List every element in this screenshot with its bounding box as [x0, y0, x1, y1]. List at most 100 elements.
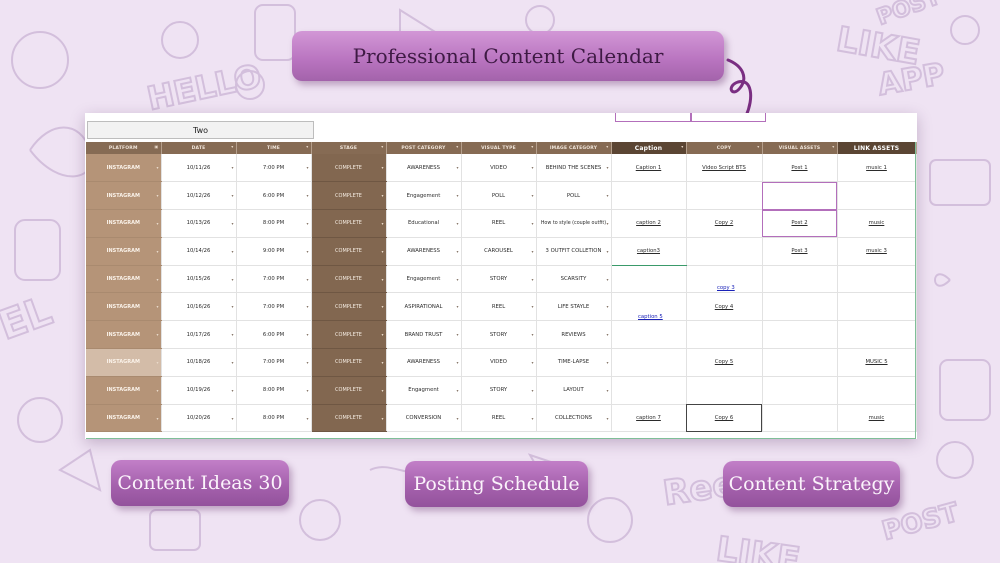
dropdown-icon[interactable]: ▾ [156, 388, 158, 393]
date-cell[interactable]: 10/20/26 ▾ [161, 404, 237, 433]
visual-type-cell[interactable]: REEL ▾ [461, 404, 537, 433]
content-strategy-button[interactable]: Content Strategy [723, 461, 900, 507]
column-header-image-category[interactable]: IMAGE CATEGORY ▾ [536, 142, 612, 154]
dropdown-icon[interactable]: ▾ [606, 221, 608, 226]
image-category-cell[interactable]: REVIEWS ▾ [536, 320, 612, 350]
dropdown-icon[interactable]: ▾ [381, 304, 383, 309]
dropdown-icon[interactable]: ▾ [306, 277, 308, 282]
dropdown-icon[interactable]: ▾ [156, 416, 158, 421]
visual-asset-link[interactable] [762, 404, 838, 433]
caption-link[interactable]: caption 5 [638, 314, 663, 320]
dropdown-icon[interactable]: ▾ [832, 144, 834, 149]
visual-type-cell[interactable]: STORY ▾ [461, 376, 537, 405]
caption-link[interactable] [611, 348, 687, 377]
caption-link[interactable]: caption 2 [611, 209, 687, 238]
dropdown-icon[interactable]: ▾ [306, 193, 308, 198]
copy-link[interactable]: Copy 4 [686, 292, 763, 322]
post-category-cell[interactable]: Engagement ▾ [386, 181, 462, 211]
column-header-time[interactable]: TIME ▾ [236, 142, 312, 154]
time-cell[interactable]: 7:00 PM ▾ [236, 154, 312, 183]
selector-cell[interactable]: Two [87, 121, 314, 139]
dropdown-icon[interactable]: ▾ [156, 249, 158, 254]
copy-link[interactable] [686, 376, 763, 405]
time-cell[interactable]: 7:00 PM ▾ [236, 348, 312, 377]
dropdown-icon[interactable]: ▾ [606, 193, 608, 198]
stage-cell[interactable]: COMPLETE ▾ [311, 181, 387, 211]
copy-link[interactable]: Video Script BTS [686, 154, 763, 183]
dropdown-icon[interactable]: ▾ [606, 360, 608, 365]
stage-cell[interactable]: COMPLETE ▾ [311, 292, 387, 322]
dropdown-icon[interactable]: ▾ [606, 416, 608, 421]
platform-cell[interactable]: INSTAGRAM ▾ [86, 237, 162, 266]
copy-link[interactable]: copy 3 [717, 285, 735, 291]
post-category-cell[interactable]: Engagement ▾ [386, 265, 462, 294]
visual-asset-link[interactable] [762, 181, 838, 211]
dropdown-icon[interactable]: ▾ [231, 249, 233, 254]
link-asset-link[interactable]: MUSIC 5 [837, 348, 917, 377]
column-header-caption[interactable]: Caption ▾ [611, 142, 687, 154]
dropdown-icon[interactable]: ▾ [306, 221, 308, 226]
copy-link[interactable]: Copy 2 [686, 209, 763, 238]
dropdown-icon[interactable]: ▾ [606, 277, 608, 282]
dropdown-icon[interactable]: ▾ [306, 388, 308, 393]
caption-link[interactable]: Caption 1 [611, 154, 687, 183]
visual-asset-link[interactable] [762, 320, 838, 350]
visual-type-cell[interactable]: REEL ▾ [461, 209, 537, 238]
dropdown-icon[interactable]: ▾ [381, 360, 383, 365]
copy-link[interactable]: Copy 6 [686, 404, 763, 433]
dropdown-icon[interactable]: ▾ [531, 332, 533, 337]
post-category-cell[interactable]: BRAND TRUST ▾ [386, 320, 462, 350]
dropdown-icon[interactable]: ▾ [156, 304, 158, 309]
dropdown-icon[interactable]: ▾ [531, 193, 533, 198]
dropdown-icon[interactable]: ▾ [231, 221, 233, 226]
dropdown-icon[interactable]: ▾ [381, 416, 383, 421]
visual-asset-link[interactable]: Post 1 [762, 154, 838, 183]
dropdown-icon[interactable]: ▾ [381, 388, 383, 393]
link-asset-link[interactable] [837, 265, 917, 294]
dropdown-icon[interactable]: ▾ [606, 144, 608, 149]
copy-link[interactable] [686, 320, 763, 350]
visual-type-cell[interactable]: REEL ▾ [461, 292, 537, 322]
dropdown-icon[interactable]: ▾ [456, 249, 458, 254]
time-cell[interactable]: 9:00 PM ▾ [236, 237, 312, 266]
dropdown-icon[interactable]: ▾ [156, 165, 158, 170]
platform-cell[interactable]: INSTAGRAM ▾ [86, 320, 162, 350]
dropdown-icon[interactable]: ▾ [531, 416, 533, 421]
dropdown-icon[interactable]: ▾ [231, 388, 233, 393]
dropdown-icon[interactable]: ▾ [306, 165, 308, 170]
dropdown-icon[interactable]: ▾ [231, 165, 233, 170]
dropdown-icon[interactable]: ▾ [231, 304, 233, 309]
dropdown-icon[interactable]: ▾ [381, 144, 383, 149]
date-cell[interactable]: 10/14/26 ▾ [161, 237, 237, 266]
platform-cell[interactable]: INSTAGRAM ▾ [86, 181, 162, 211]
caption-link[interactable]: caption3 [611, 237, 687, 266]
copy-link[interactable] [686, 237, 763, 266]
image-category-cell[interactable]: TIME-LAPSE ▾ [536, 348, 612, 377]
visual-type-cell[interactable]: POLL ▾ [461, 181, 537, 211]
dropdown-icon[interactable]: ▾ [757, 144, 759, 149]
dropdown-icon[interactable]: ▾ [681, 144, 683, 149]
dropdown-icon[interactable]: ▾ [306, 360, 308, 365]
dropdown-icon[interactable]: ▾ [606, 388, 608, 393]
link-asset-link[interactable] [837, 320, 917, 350]
post-category-cell[interactable]: ASPIRATIONAL ▾ [386, 292, 462, 322]
dropdown-icon[interactable]: ▾ [231, 193, 233, 198]
date-cell[interactable]: 10/19/26 ▾ [161, 376, 237, 405]
dropdown-icon[interactable]: ▾ [306, 249, 308, 254]
dropdown-icon[interactable]: ▾ [531, 360, 533, 365]
image-category-cell[interactable]: COLLECTIONS ▾ [536, 404, 612, 433]
dropdown-icon[interactable]: ▾ [306, 144, 308, 149]
image-category-cell[interactable]: BEHIND THE SCENES ▾ [536, 154, 612, 183]
platform-cell[interactable]: INSTAGRAM ▾ [86, 265, 162, 294]
copy-link[interactable] [686, 181, 763, 211]
date-cell[interactable]: 10/18/26 ▾ [161, 348, 237, 377]
dropdown-icon[interactable]: ▾ [531, 144, 533, 149]
visual-asset-link[interactable] [762, 376, 838, 405]
visual-asset-link[interactable]: Post 2 [762, 209, 838, 238]
caption-link[interactable] [611, 181, 687, 211]
dropdown-icon[interactable]: ▾ [531, 249, 533, 254]
platform-cell[interactable]: INSTAGRAM ▾ [86, 209, 162, 238]
dropdown-icon[interactable]: ▾ [606, 249, 608, 254]
date-cell[interactable]: 10/17/26 ▾ [161, 320, 237, 350]
dropdown-icon[interactable]: ▾ [606, 304, 608, 309]
